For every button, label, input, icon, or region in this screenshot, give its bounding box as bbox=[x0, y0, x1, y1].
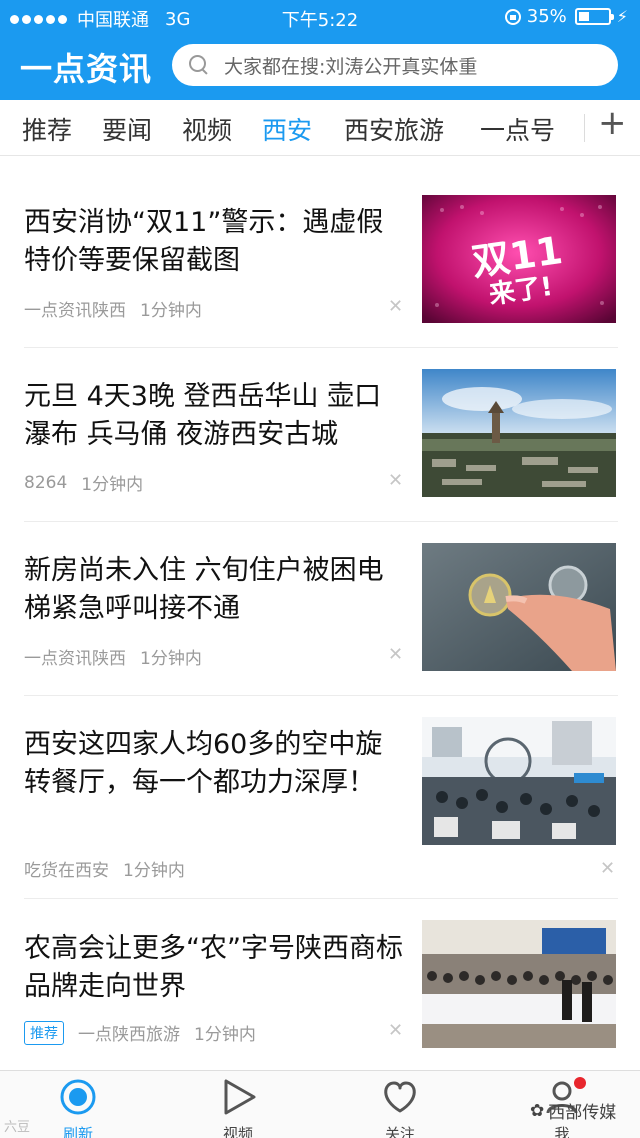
news-thumbnail[interactable] bbox=[422, 920, 616, 1048]
news-meta: 一点资讯陕西 1分钟内 bbox=[24, 644, 202, 669]
news-title[interactable]: 新房尚未入住 六旬住户被困电梯紧急呼叫接不通 bbox=[24, 552, 404, 628]
elevator-button-image bbox=[422, 543, 616, 671]
news-item[interactable]: 新房尚未入住 六旬住户被困电梯紧急呼叫接不通 一点资讯陕西 1分钟内 ✕ bbox=[24, 543, 618, 682]
conference-hall-image bbox=[422, 920, 616, 1048]
rotation-lock-icon bbox=[504, 8, 521, 25]
news-time: 1分钟内 bbox=[81, 475, 144, 495]
news-title[interactable]: 西安这四家人均60多的空中旋转餐厅，每一个都功力深厚！ bbox=[24, 726, 404, 802]
notification-dot bbox=[574, 1077, 586, 1089]
news-item[interactable]: 农高会让更多“农”字号陕西商标品牌走向世界 推荐 一点陕西旅游 1分钟内 ✕ bbox=[24, 920, 618, 1060]
app-header: 中国联通 3G 下午5:22 35% ⚡ 一点资讯 大家都在搜:刘涛公开真实体重 bbox=[0, 0, 640, 100]
nav-video-label: 视频 bbox=[222, 1125, 253, 1138]
dismiss-icon[interactable]: ✕ bbox=[388, 470, 403, 491]
tab-divider bbox=[584, 114, 585, 142]
news-meta: 吃货在西安 1分钟内 bbox=[24, 856, 185, 881]
channel-tabs: 推荐 要闻 视频 西安 西安旅游 一点号 + bbox=[0, 100, 640, 156]
nav-follow-label: 关注 bbox=[384, 1125, 415, 1138]
news-source: 8264 bbox=[24, 472, 68, 493]
divider bbox=[24, 521, 618, 522]
watermark-left: 六豆 bbox=[4, 1120, 31, 1135]
news-time: 1分钟内 bbox=[140, 649, 202, 669]
tab-headlines[interactable]: 要闻 bbox=[102, 111, 152, 147]
search-icon bbox=[188, 54, 210, 76]
tab-xian-travel[interactable]: 西安旅游 bbox=[344, 111, 444, 147]
battery-fill bbox=[578, 12, 589, 21]
news-item[interactable]: 西安消协“双11”警示：遇虚假特价等要保留截图 一点资讯陕西 1分钟内 ✕ 双1… bbox=[24, 195, 618, 334]
tab-yidianhao[interactable]: 一点号 bbox=[480, 111, 555, 147]
nav-follow[interactable]: 关注 bbox=[360, 1077, 440, 1138]
news-title[interactable]: 农高会让更多“农”字号陕西商标品牌走向世界 bbox=[24, 930, 404, 1006]
wechat-icon: ✿ bbox=[530, 1100, 545, 1121]
news-item[interactable]: 西安这四家人均60多的空中旋转餐厅，每一个都功力深厚！ 吃货在西安 1分钟内 ✕ bbox=[24, 717, 618, 886]
news-title[interactable]: 元旦 4天3晚 登西岳华山 壶口瀑布 兵马俑 夜游西安古城 bbox=[24, 378, 404, 454]
city-aerial-image bbox=[422, 369, 616, 497]
recommend-badge: 推荐 bbox=[24, 1020, 64, 1045]
divider bbox=[24, 347, 618, 348]
divider bbox=[24, 695, 618, 696]
watermark-right: ✿ 西部传媒 bbox=[530, 1098, 617, 1124]
news-title[interactable]: 西安消协“双11”警示：遇虚假特价等要保留截图 bbox=[24, 204, 404, 280]
news-source: 吃货在西安 bbox=[24, 861, 109, 881]
news-time: 1分钟内 bbox=[194, 1025, 256, 1045]
news-meta: 推荐 一点陕西旅游 1分钟内 bbox=[24, 1020, 256, 1045]
rooftop-restaurant-image bbox=[422, 717, 616, 845]
dismiss-icon[interactable]: ✕ bbox=[600, 858, 615, 879]
news-time: 1分钟内 bbox=[123, 861, 185, 881]
tab-xian[interactable]: 西安 bbox=[262, 111, 312, 147]
news-item[interactable]: 元旦 4天3晚 登西岳华山 壶口瀑布 兵马俑 夜游西安古城 8264 1分钟内 … bbox=[24, 369, 618, 508]
refresh-icon bbox=[60, 1079, 96, 1115]
status-right: 35% ⚡ bbox=[504, 6, 628, 27]
search-placeholder: 大家都在搜:刘涛公开真实体重 bbox=[224, 55, 478, 78]
news-meta: 一点资讯陕西 1分钟内 bbox=[24, 296, 202, 321]
news-meta: 8264 1分钟内 bbox=[24, 470, 144, 496]
dismiss-icon[interactable]: ✕ bbox=[388, 644, 403, 665]
double11-image: 双11 来了! bbox=[422, 195, 616, 323]
news-thumbnail[interactable] bbox=[422, 543, 616, 671]
tab-video[interactable]: 视频 bbox=[182, 111, 232, 147]
news-thumbnail[interactable] bbox=[422, 369, 616, 497]
news-source: 一点资讯陕西 bbox=[24, 301, 126, 321]
heart-icon bbox=[384, 1081, 416, 1113]
play-icon bbox=[224, 1079, 256, 1115]
nav-refresh[interactable]: 刷新 bbox=[38, 1077, 118, 1138]
nav-video[interactable]: 视频 bbox=[198, 1077, 278, 1138]
battery-icon bbox=[574, 8, 614, 25]
nav-me-label: 我 bbox=[554, 1125, 570, 1138]
battery-percent: 35% bbox=[526, 6, 567, 27]
dismiss-icon[interactable]: ✕ bbox=[388, 296, 403, 317]
news-source: 一点陕西旅游 bbox=[78, 1025, 180, 1045]
news-source: 一点资讯陕西 bbox=[24, 649, 126, 669]
news-thumbnail[interactable] bbox=[422, 717, 616, 845]
dismiss-icon[interactable]: ✕ bbox=[388, 1020, 403, 1041]
news-time: 1分钟内 bbox=[140, 301, 202, 321]
nav-refresh-label: 刷新 bbox=[62, 1125, 93, 1138]
add-channel-icon[interactable]: + bbox=[598, 106, 627, 140]
charging-icon: ⚡ bbox=[616, 7, 628, 26]
news-thumbnail[interactable]: 双11 来了! bbox=[422, 195, 616, 323]
search-bar[interactable]: 大家都在搜:刘涛公开真实体重 bbox=[172, 44, 618, 86]
app-logo[interactable]: 一点资讯 bbox=[20, 44, 152, 90]
watermark-right-text: 西部传媒 bbox=[548, 1103, 617, 1123]
status-bar: 中国联通 3G 下午5:22 35% ⚡ bbox=[0, 0, 640, 34]
tab-recommend[interactable]: 推荐 bbox=[22, 111, 72, 147]
divider bbox=[24, 898, 618, 899]
